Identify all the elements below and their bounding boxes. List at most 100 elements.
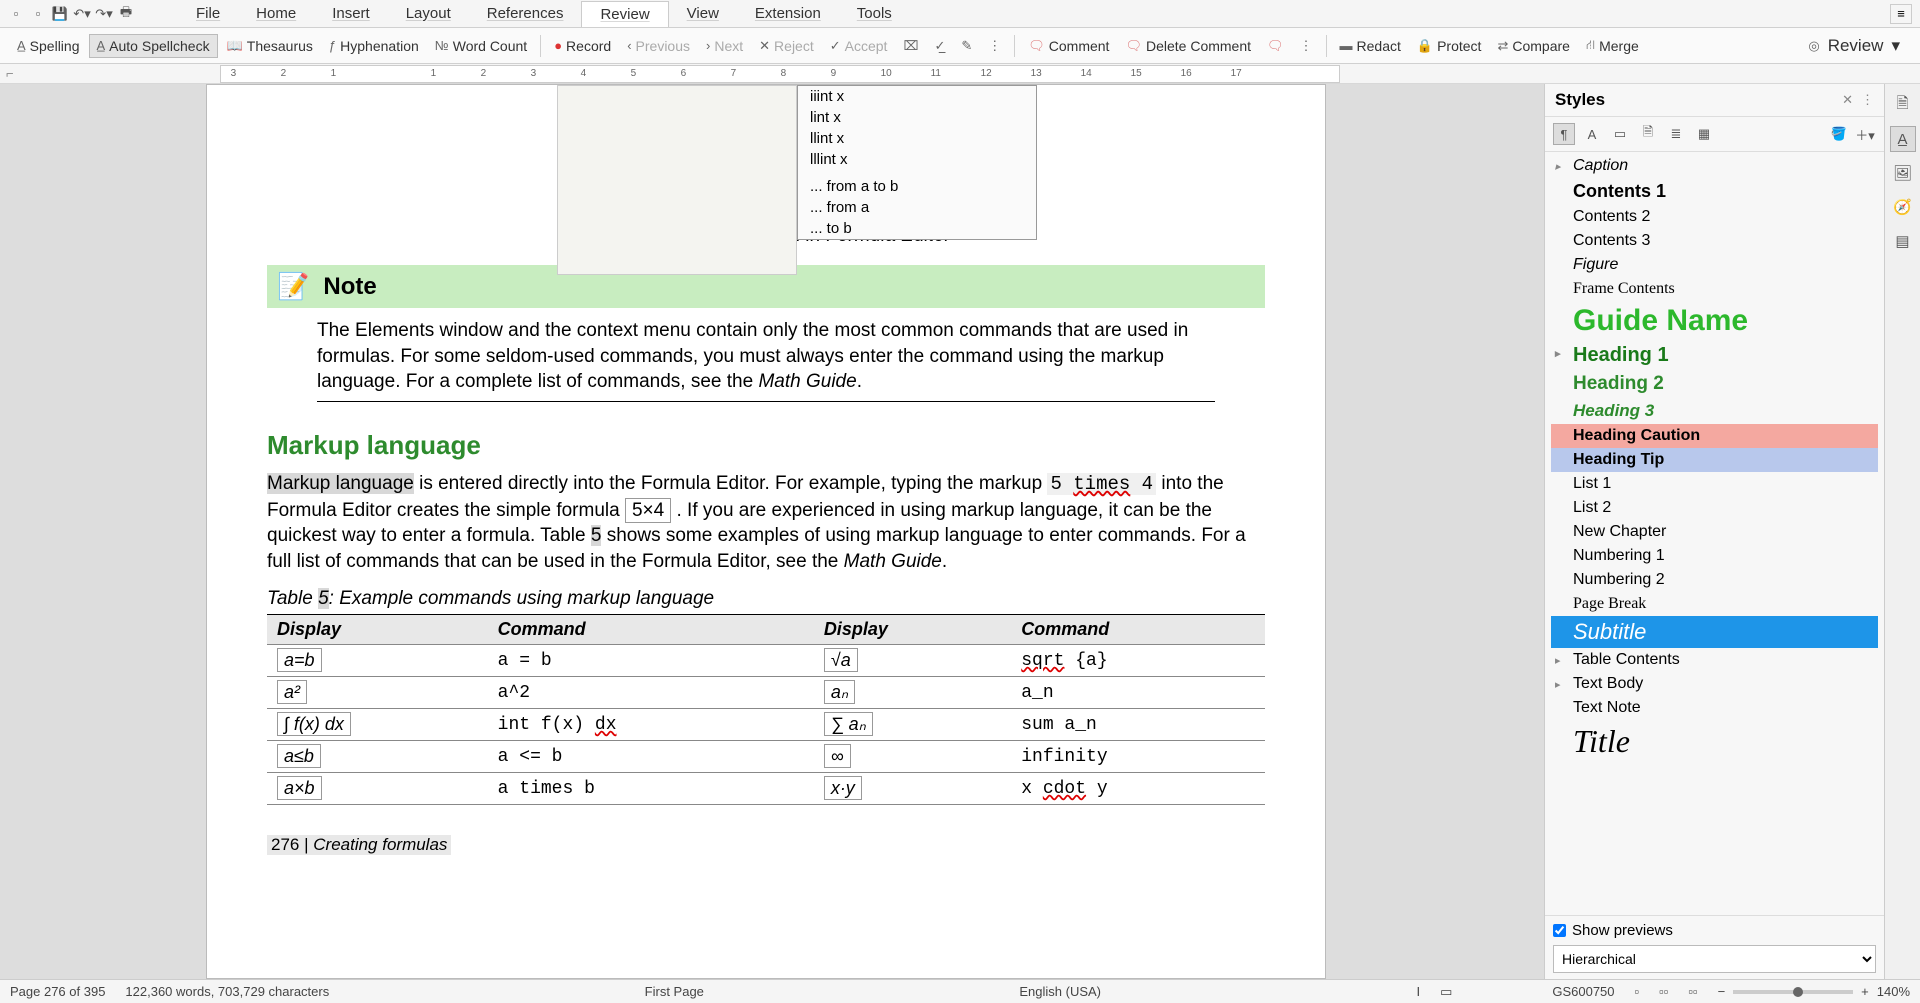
style-contents3[interactable]: Contents 3 [1551,229,1878,253]
review-dropdown[interactable]: ◎Review▾ [1798,32,1910,60]
more-icon[interactable]: ⋮ [981,35,1008,57]
style-guide[interactable]: Guide Name [1551,301,1878,341]
style-textbody[interactable]: ▸Text Body [1551,672,1878,696]
status-sel-icon[interactable]: ▭ [1440,984,1452,1000]
previous-button[interactable]: ‹Previous [620,35,697,57]
style-subtitle[interactable]: Subtitle [1551,616,1878,648]
print-icon[interactable]: 🖶 [118,6,134,22]
hamburger-icon[interactable]: ≡ [1890,4,1912,24]
style-frame[interactable]: Frame Contents [1551,277,1878,301]
more-icon[interactable]: ⋮ [1861,92,1874,108]
view-book-icon[interactable]: ▫▫ [1688,984,1697,999]
status-lang[interactable]: English (USA) [1019,984,1101,999]
horizontal-ruler[interactable]: 321 123 456 789 101112 131415 1617 [220,65,1340,83]
filter-icon[interactable]: ✎ [954,35,979,57]
style-contents1[interactable]: Contents 1 [1551,178,1878,205]
view-multi-icon[interactable]: ▫▫ [1659,984,1668,999]
accept-all-icon[interactable]: ✓̲ [927,35,952,57]
style-h1[interactable]: ▸Heading 1 [1551,341,1878,370]
zoom-value[interactable]: 140% [1877,984,1910,999]
accept-button[interactable]: ✓Accept [823,35,895,57]
style-title[interactable]: Title [1551,720,1878,763]
style-textnote[interactable]: Text Note [1551,696,1878,720]
style-pagebreak[interactable]: Page Break [1551,592,1878,616]
save-icon[interactable]: 💾 [52,6,68,22]
fill-format-icon[interactable]: 🪣 [1828,123,1850,145]
menu-extension[interactable]: Extension [737,1,839,27]
styles-title: Styles [1555,90,1605,110]
style-caption[interactable]: ▸Caption [1551,154,1878,178]
view-single-icon[interactable]: ▫ [1635,984,1640,999]
redo-icon[interactable]: ↷▾ [96,6,112,22]
style-list1[interactable]: List 1 [1551,472,1878,496]
zoom-out-icon[interactable]: − [1718,984,1726,999]
zoom-in-icon[interactable]: + [1861,984,1869,999]
style-contents2[interactable]: Contents 2 [1551,205,1878,229]
reject-button[interactable]: ✕Reject [752,35,821,57]
compare-button[interactable]: ⇄Compare [1490,35,1577,57]
style-filter-select[interactable]: Hierarchical [1553,945,1876,973]
open-icon[interactable]: ▫ [30,6,46,22]
paragraph-styles-icon[interactable]: ¶ [1553,123,1575,145]
char-styles-icon[interactable]: A [1581,123,1603,145]
protect-button[interactable]: 🔒Protect [1410,35,1489,57]
menu-insert[interactable]: Insert [314,1,388,27]
menu-file[interactable]: File [178,1,238,27]
menu-tools[interactable]: Tools [839,1,910,27]
zoom-slider[interactable] [1733,990,1853,994]
spelling-button[interactable]: A̲Spelling [10,35,87,57]
status-words[interactable]: 122,360 words, 703,729 characters [125,984,329,999]
style-newchapter[interactable]: New Chapter [1551,520,1878,544]
tab-icon[interactable]: ⌐ [6,66,14,81]
more2-icon[interactable]: ⋮ [1293,35,1320,57]
page-styles-icon[interactable]: 🗎 [1637,123,1659,145]
redact-button[interactable]: ▬Redact [1333,35,1408,57]
thesaurus-button[interactable]: 📖Thesaurus [220,35,320,57]
comment-button[interactable]: 🗨Comment [1021,35,1116,57]
page-icon[interactable]: ▤ [1890,228,1916,254]
frame-styles-icon[interactable]: ▭ [1609,123,1631,145]
wordcount-button[interactable]: №Word Count [428,35,534,57]
close-icon[interactable]: ✕ [1842,92,1853,108]
delete-comment-button[interactable]: 🗨Delete Comment [1118,35,1258,57]
table-styles-icon[interactable]: ▦ [1693,123,1715,145]
status-style[interactable]: First Page [645,984,704,999]
style-list[interactable]: ▸Caption Contents 1 Contents 2 Contents … [1545,152,1884,915]
gallery-icon[interactable]: 🖼 [1890,160,1916,186]
reject-all-icon[interactable]: ⌧ [896,35,925,57]
style-num2[interactable]: Numbering 2 [1551,568,1878,592]
merge-button[interactable]: ⛙Merge [1579,34,1646,58]
list-styles-icon[interactable]: ≣ [1665,123,1687,145]
style-h2[interactable]: Heading 2 [1551,370,1878,398]
show-previews-checkbox[interactable]: Show previews [1553,922,1876,939]
heading-markup-language: Markup language [267,430,1265,461]
style-caution[interactable]: Heading Caution [1551,424,1878,448]
note-body: The Elements window and the context menu… [317,318,1215,402]
hyphenation-button[interactable]: ƒHyphenation [322,35,426,57]
style-list2[interactable]: List 2 [1551,496,1878,520]
new-style-icon[interactable]: ＋▾ [1854,123,1876,145]
style-h3[interactable]: Heading 3 [1551,398,1878,424]
record-button[interactable]: ●Record [547,35,618,57]
new-icon[interactable]: ▫ [8,6,24,22]
styles-icon[interactable]: A̲ [1890,126,1916,152]
status-insert-icon[interactable]: I [1416,984,1420,999]
status-page[interactable]: Page 276 of 395 [10,984,105,999]
style-figure[interactable]: Figure [1551,253,1878,277]
menu-review[interactable]: Review [581,1,668,27]
style-tip[interactable]: Heading Tip [1551,448,1878,472]
menu-home[interactable]: Home [238,1,314,27]
table-caption: Table 5: Example commands using markup l… [267,588,1265,610]
menu-references[interactable]: References [469,1,582,27]
undo-icon[interactable]: ↶▾ [74,6,90,22]
menu-layout[interactable]: Layout [388,1,469,27]
properties-icon[interactable]: 🗎 [1890,92,1916,118]
style-num1[interactable]: Numbering 1 [1551,544,1878,568]
next-button[interactable]: ›Next [699,35,750,57]
style-tablecontents[interactable]: ▸Table Contents [1551,648,1878,672]
navigator-icon[interactable]: 🧭 [1890,194,1916,220]
comment-nav-icon[interactable]: 🗨 [1260,35,1291,57]
auto-spellcheck-button[interactable]: A̲Auto Spellcheck [89,34,218,58]
note-icon: 📝 [277,271,309,302]
menu-view[interactable]: View [669,1,737,27]
